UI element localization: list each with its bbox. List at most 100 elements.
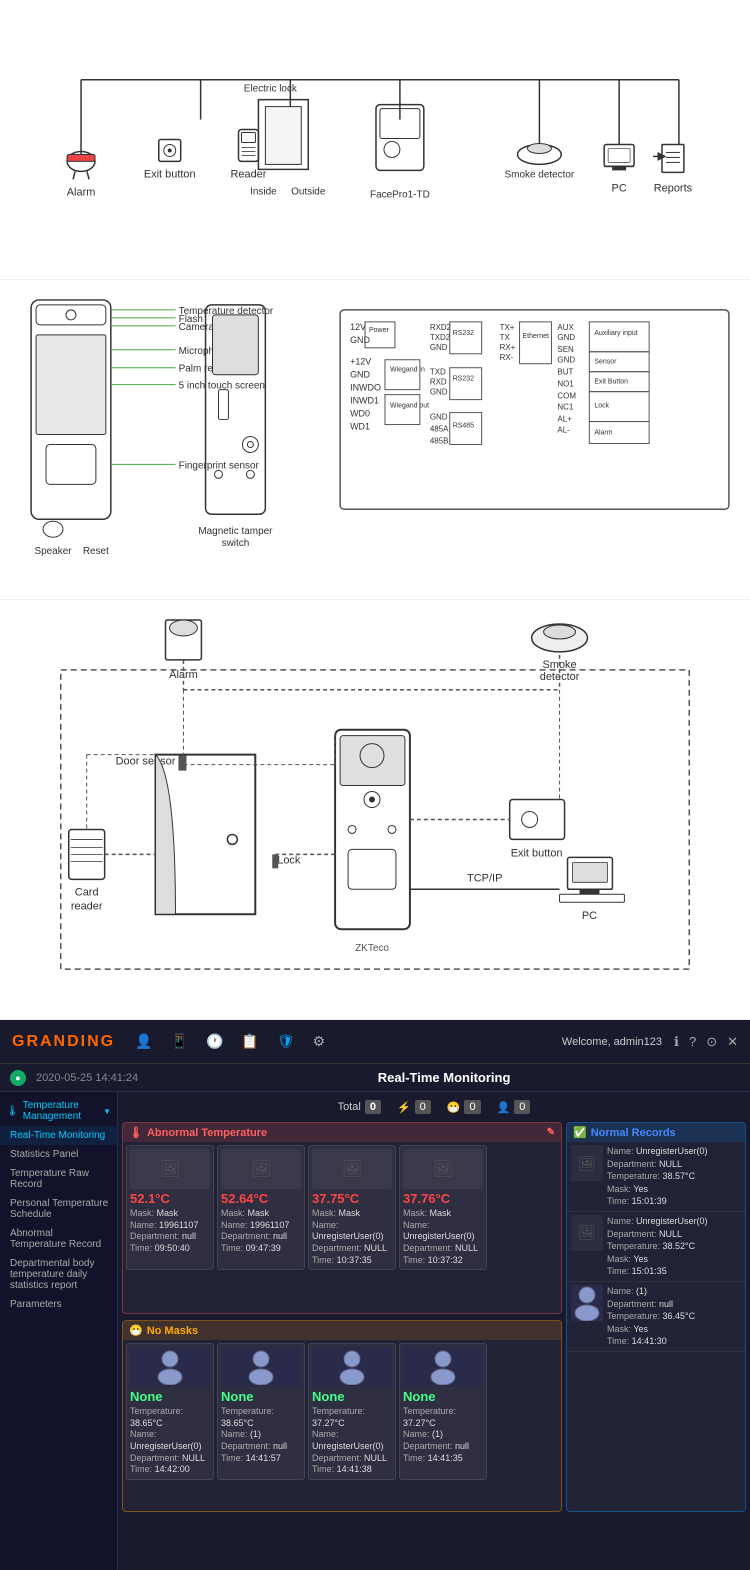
sidebar-item-raw-record[interactable]: Temperature Raw Record (0, 1164, 117, 1194)
nav-close-icon[interactable]: ✕ (727, 1034, 738, 1050)
svg-text:Magnetic tamper: Magnetic tamper (198, 526, 273, 537)
svg-text:RX-: RX- (500, 353, 514, 362)
software-ui: GRANDING 👤 📱 🕐 📋 🛡 ⚙ Welcome, admin123 ℹ… (0, 1020, 750, 1570)
abnormal-card-0: 🖼 52.1°C Mask: Mask Name: 19961107 Depar… (126, 1145, 214, 1270)
svg-text:Ethernet: Ethernet (523, 333, 549, 340)
warning-icon: 😷 (447, 1101, 461, 1114)
svg-text:Reports: Reports (654, 182, 693, 194)
svg-text:TXD: TXD (430, 368, 446, 377)
abnormal-icon: 🌡 (129, 1126, 143, 1139)
nav-icon-shield[interactable]: 🛡 (277, 1033, 295, 1050)
nav-welcome: Welcome, admin123 (562, 1036, 662, 1048)
svg-text:Fingerprint sensor: Fingerprint sensor (179, 460, 260, 471)
sidebar-section-label: Temperature Management (23, 1100, 99, 1122)
sidebar-section-icon: 🌡 (6, 1106, 19, 1117)
nomask-info-1: Temperature: 38.65°C Name: (1) Departmen… (221, 1406, 301, 1464)
sidebar-item-dept-stats[interactable]: Departmental body temperature daily stat… (0, 1254, 117, 1295)
card-img-2: 🖼 (312, 1149, 392, 1189)
nav-icon-report[interactable]: 📋 (241, 1033, 258, 1050)
sidebar-section-header[interactable]: 🌡 Temperature Management ▼ (0, 1096, 117, 1126)
sidebar-item-personal-temp[interactable]: Personal Temperature Schedule (0, 1194, 117, 1224)
sidebar-item-realtime[interactable]: Real-Time Monitoring (0, 1126, 117, 1145)
svg-text:RX+: RX+ (500, 343, 516, 352)
reader-label: Reader (230, 168, 266, 180)
svg-text:Exit button: Exit button (511, 847, 563, 859)
svg-text:Sensor: Sensor (594, 359, 617, 366)
nomask-card-1: None Temperature: 38.65°C Name: (1) Depa… (217, 1343, 305, 1480)
svg-text:Door sensor: Door sensor (116, 756, 176, 768)
sidebar-item-parameters[interactable]: Parameters (0, 1295, 117, 1314)
svg-text:switch: switch (222, 538, 250, 549)
svg-text:Inside: Inside (250, 186, 277, 197)
nomask-card-3: None Temperature: 37.27°C Name: (1) Depa… (399, 1343, 487, 1480)
svg-text:TX+: TX+ (500, 323, 515, 332)
stats-bar: Total 0 ⚡ 0 😷 0 👤 0 (122, 1096, 746, 1118)
nomask-temp-1: None (221, 1389, 301, 1404)
svg-text:COM: COM (557, 392, 576, 401)
abnormal-card-2: 🖼 37.75°C Mask: Mask Name: UnregisterUse… (308, 1145, 396, 1270)
temp-val-2: 37.75°C (312, 1191, 392, 1206)
abnormal-title: Abnormal Temperature (147, 1127, 267, 1139)
card-img-3: 🖼 (403, 1149, 483, 1189)
nomask-panel: 😷 No Masks Non (122, 1320, 562, 1512)
nav-icon-person[interactable]: 👤 (135, 1033, 152, 1050)
svg-text:GND: GND (557, 333, 575, 342)
svg-text:Camera: Camera (179, 322, 215, 333)
nav-icon-time[interactable]: 🕐 (206, 1033, 223, 1050)
nav-icons: 👤 📱 🕐 📋 🛡 ⚙ (135, 1033, 562, 1050)
nav-icon-settings[interactable]: ⚙ (313, 1033, 326, 1050)
section1-diagram: Alarm Exit button Reader Electric lock I… (0, 0, 750, 280)
temp-val-3: 37.76°C (403, 1191, 483, 1206)
record-img-1: 🖼 (571, 1215, 603, 1251)
svg-text:AL-: AL- (557, 426, 570, 435)
stat-person: 👤 0 (497, 1100, 531, 1114)
nomask-info-2: Temperature: 37.27°C Name: UnregisterUse… (312, 1406, 392, 1476)
nomask-temp-3: None (403, 1389, 483, 1404)
svg-text:Alarm: Alarm (594, 430, 612, 437)
nav-info-icon[interactable]: ℹ (674, 1034, 679, 1050)
person-icon: 👤 (497, 1101, 511, 1114)
nomask-info-0: Temperature: 38.65°C Name: UnregisterUse… (130, 1406, 210, 1476)
svg-text:Lock: Lock (277, 854, 301, 866)
nomask-img-0 (130, 1347, 210, 1387)
abnormal-card-3: 🖼 37.76°C Mask: Mask Name: UnregisterUse… (399, 1145, 487, 1270)
warning-value: 0 (464, 1100, 480, 1114)
nomask-icon: 😷 (129, 1324, 143, 1337)
svg-text:ZKTeco: ZKTeco (355, 943, 389, 954)
svg-text:Outside: Outside (291, 186, 326, 197)
nomask-card-0: None Temperature: 38.65°C Name: Unregist… (126, 1343, 214, 1480)
card-info-0: Mask: Mask Name: 19961107 Department: nu… (130, 1208, 210, 1255)
svg-text:RXD2: RXD2 (430, 323, 452, 332)
sub-nav: ● 2020-05-25 14:41:24 Real-Time Monitori… (0, 1064, 750, 1092)
alarm-label: Alarm (67, 186, 96, 198)
nav-refresh-icon[interactable]: ⊙ (706, 1034, 717, 1050)
svg-text:PC: PC (582, 910, 597, 922)
svg-text:12V: 12V (350, 322, 366, 332)
sidebar-item-statistics[interactable]: Statistics Panel (0, 1145, 117, 1164)
nav-icon-device[interactable]: 📱 (171, 1033, 188, 1050)
content-area: Total 0 ⚡ 0 😷 0 👤 0 (118, 1092, 750, 1570)
svg-text:AUX: AUX (557, 323, 574, 332)
nav-help-icon[interactable]: ? (689, 1034, 696, 1050)
svg-text:Wiegand out: Wiegand out (390, 403, 429, 410)
page-title: Real-Time Monitoring (148, 1070, 740, 1085)
svg-text:GND: GND (350, 370, 370, 380)
normal-record-2: Name: (1) Department: null Temperature: … (567, 1282, 745, 1352)
alert-value: 0 (415, 1100, 431, 1114)
svg-text:reader: reader (71, 900, 103, 912)
svg-text:TXD2: TXD2 (430, 333, 451, 342)
svg-text:Power: Power (369, 327, 389, 334)
svg-text:AL+: AL+ (557, 415, 572, 424)
card-info-2: Mask: Mask Name: UnregisterUser(0) Depar… (312, 1208, 392, 1266)
svg-text:Card: Card (75, 886, 99, 898)
abnormal-edit-icon[interactable]: ✎ (547, 1127, 555, 1138)
nomask-img-1 (221, 1347, 301, 1387)
svg-text:NO1: NO1 (557, 380, 574, 389)
nomask-img-2 (312, 1347, 392, 1387)
nomask-info-3: Temperature: 37.27°C Name: (1) Departmen… (403, 1406, 483, 1464)
svg-text:485A: 485A (430, 425, 449, 434)
svg-text:WD1: WD1 (350, 422, 370, 432)
sidebar-item-abnormal-record[interactable]: Abnormal Temperature Record (0, 1224, 117, 1254)
top-nav: GRANDING 👤 📱 🕐 📋 🛡 ⚙ Welcome, admin123 ℹ… (0, 1020, 750, 1064)
svg-text:Smoke detector: Smoke detector (505, 169, 575, 180)
